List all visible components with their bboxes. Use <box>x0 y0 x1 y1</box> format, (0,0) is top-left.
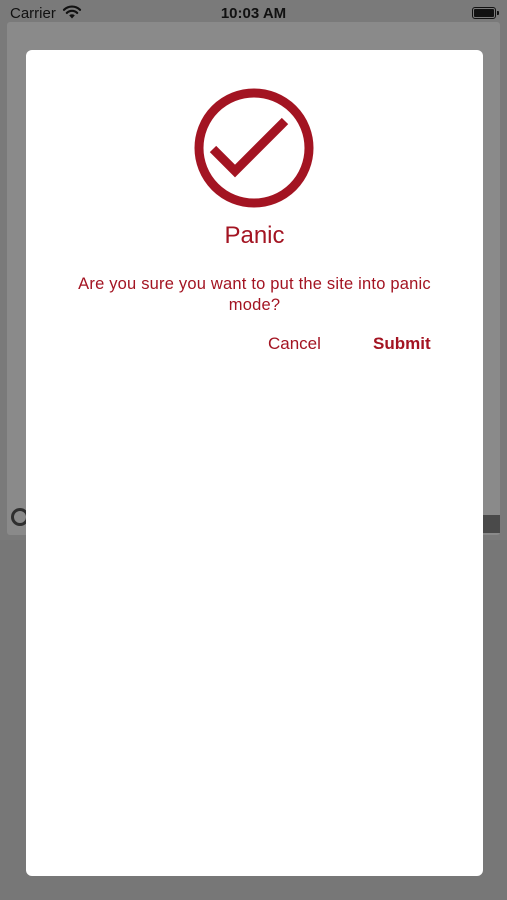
clock: 10:03 AM <box>220 5 287 22</box>
cancel-button[interactable]: Cancel <box>268 334 321 354</box>
battery-icon <box>472 7 499 19</box>
dialog-actions: Cancel Submit <box>26 334 483 358</box>
status-bar: Carrier 10:03 AM <box>0 0 507 28</box>
dialog-message: Are you sure you want to put the site in… <box>78 275 431 314</box>
submit-button[interactable]: Submit <box>373 334 431 354</box>
dialog-title: Panic <box>224 222 285 249</box>
panic-dialog: Panic Are you sure you want to put the s… <box>26 50 483 876</box>
check-circle-icon <box>194 88 314 208</box>
